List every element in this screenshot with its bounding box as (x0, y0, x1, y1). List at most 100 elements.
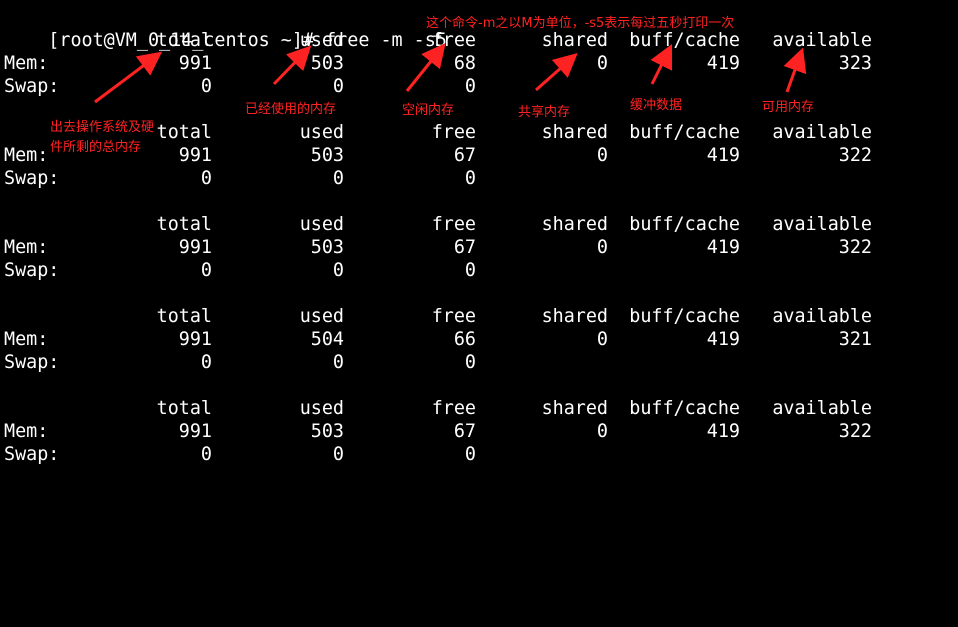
header-available: available (772, 306, 872, 327)
mem-available: 322 (838, 237, 872, 258)
mem-shared: 0 (596, 53, 608, 74)
mem-total: 991 (178, 421, 212, 442)
swap-label: Swap: (4, 168, 60, 189)
mem-available: 322 (838, 421, 872, 442)
mem-buff-cache: 419 (706, 421, 740, 442)
command-prompt: [root@VM_0_14_centos ~]# free -m -s5 (48, 30, 447, 51)
mem-label: Mem: (4, 421, 49, 442)
swap-row: Swap: 0 0 0 (4, 167, 476, 190)
mem-label: Mem: (4, 237, 49, 258)
mem-used: 503 (310, 421, 344, 442)
header-free: free (431, 398, 476, 419)
mem-shared: 0 (596, 329, 608, 350)
header-free: free (431, 306, 476, 327)
swap-label: Swap: (4, 444, 60, 465)
mem-available: 321 (838, 329, 872, 350)
header-total: total (156, 306, 212, 327)
terminal-window[interactable]: [root@VM_0_14_centos ~]# free -m -s5 tot… (0, 0, 958, 482)
header-buff-cache: buff/cache (629, 398, 740, 419)
mem-total: 991 (178, 237, 212, 258)
swap-free: 0 (464, 168, 476, 189)
header-shared: shared (541, 398, 608, 419)
mem-buff-cache: 419 (706, 329, 740, 350)
header-total: total (156, 30, 212, 51)
swap-total: 0 (200, 444, 212, 465)
header-row: total used free shared buff/cache availa… (4, 213, 872, 236)
mem-row: Mem: 991 504 66 0 419 321 (4, 328, 872, 351)
swap-label: Swap: (4, 260, 60, 281)
swap-used: 0 (332, 444, 344, 465)
swap-free: 0 (464, 444, 476, 465)
swap-label: Swap: (4, 76, 60, 97)
mem-used: 503 (310, 53, 344, 74)
arrow-available (783, 47, 807, 93)
arrow-free (405, 42, 446, 92)
swap-used: 0 (332, 76, 344, 97)
annotation-used: 已经使用的内存 (245, 102, 337, 117)
swap-free: 0 (464, 352, 476, 373)
mem-label: Mem: (4, 53, 49, 74)
mem-total: 991 (178, 145, 212, 166)
arrow-total (94, 51, 163, 104)
mem-used: 504 (310, 329, 344, 350)
annotation-command: 这个命令-m之以M为单位，-s5表示每过五秒打印一次 (426, 16, 735, 31)
header-free: free (431, 122, 476, 143)
header-free: free (431, 214, 476, 235)
swap-used: 0 (332, 260, 344, 281)
swap-total: 0 (200, 76, 212, 97)
arrow-used (272, 45, 312, 86)
mem-used: 503 (310, 237, 344, 258)
header-total: total (156, 122, 212, 143)
mem-row: Mem: 991 503 67 0 419 322 (4, 420, 872, 443)
mem-used: 503 (310, 145, 344, 166)
swap-used: 0 (332, 168, 344, 189)
arrow-buff-cache (650, 43, 673, 85)
mem-label: Mem: (4, 145, 49, 166)
header-shared: shared (541, 122, 608, 143)
mem-free: 68 (453, 53, 476, 74)
header-used: used (299, 30, 344, 51)
mem-shared: 0 (596, 145, 608, 166)
swap-free: 0 (464, 260, 476, 281)
header-available: available (772, 214, 872, 235)
header-shared: shared (541, 214, 608, 235)
command-prompt-line: [root@VM_0_14_centos ~]# free -m -s5 (4, 6, 447, 51)
swap-row: Swap: 0 0 0 (4, 443, 476, 466)
mem-shared: 0 (596, 421, 608, 442)
mem-total: 991 (178, 329, 212, 350)
swap-total: 0 (200, 352, 212, 373)
mem-row: Mem: 991 503 67 0 419 322 (4, 236, 872, 259)
header-available: available (772, 30, 872, 51)
swap-row: Swap: 0 0 0 (4, 75, 476, 98)
swap-label: Swap: (4, 352, 60, 373)
annotation-total: 出去操作系统及硬件所剩的总内存 (50, 120, 155, 155)
mem-shared: 0 (596, 237, 608, 258)
mem-buff-cache: 419 (706, 237, 740, 258)
mem-available: 323 (838, 53, 872, 74)
mem-total: 991 (178, 53, 212, 74)
swap-used: 0 (332, 352, 344, 373)
header-used: used (299, 214, 344, 235)
header-shared: shared (541, 306, 608, 327)
header-buff-cache: buff/cache (629, 306, 740, 327)
mem-buff-cache: 419 (706, 145, 740, 166)
header-buff-cache: buff/cache (629, 122, 740, 143)
annotation-shared: 共享内存 (518, 105, 571, 120)
header-row: total used free shared buff/cache availa… (4, 397, 872, 420)
header-row: total used free shared buff/cache availa… (4, 29, 872, 52)
mem-free: 67 (453, 237, 476, 258)
mem-free: 67 (453, 421, 476, 442)
mem-row: Mem: 991 503 68 0 419 323 (4, 52, 872, 75)
swap-row: Swap: 0 0 0 (4, 259, 476, 282)
swap-row: Swap: 0 0 0 (4, 351, 476, 374)
header-available: available (772, 122, 872, 143)
annotation-available: 可用内存 (762, 100, 815, 115)
mem-label: Mem: (4, 329, 49, 350)
header-buff-cache: buff/cache (629, 214, 740, 235)
header-used: used (299, 398, 344, 419)
header-available: available (772, 398, 872, 419)
header-total: total (156, 398, 212, 419)
swap-free: 0 (464, 76, 476, 97)
annotation-buff-cache: 缓冲数据 (630, 98, 683, 113)
mem-buff-cache: 419 (706, 53, 740, 74)
